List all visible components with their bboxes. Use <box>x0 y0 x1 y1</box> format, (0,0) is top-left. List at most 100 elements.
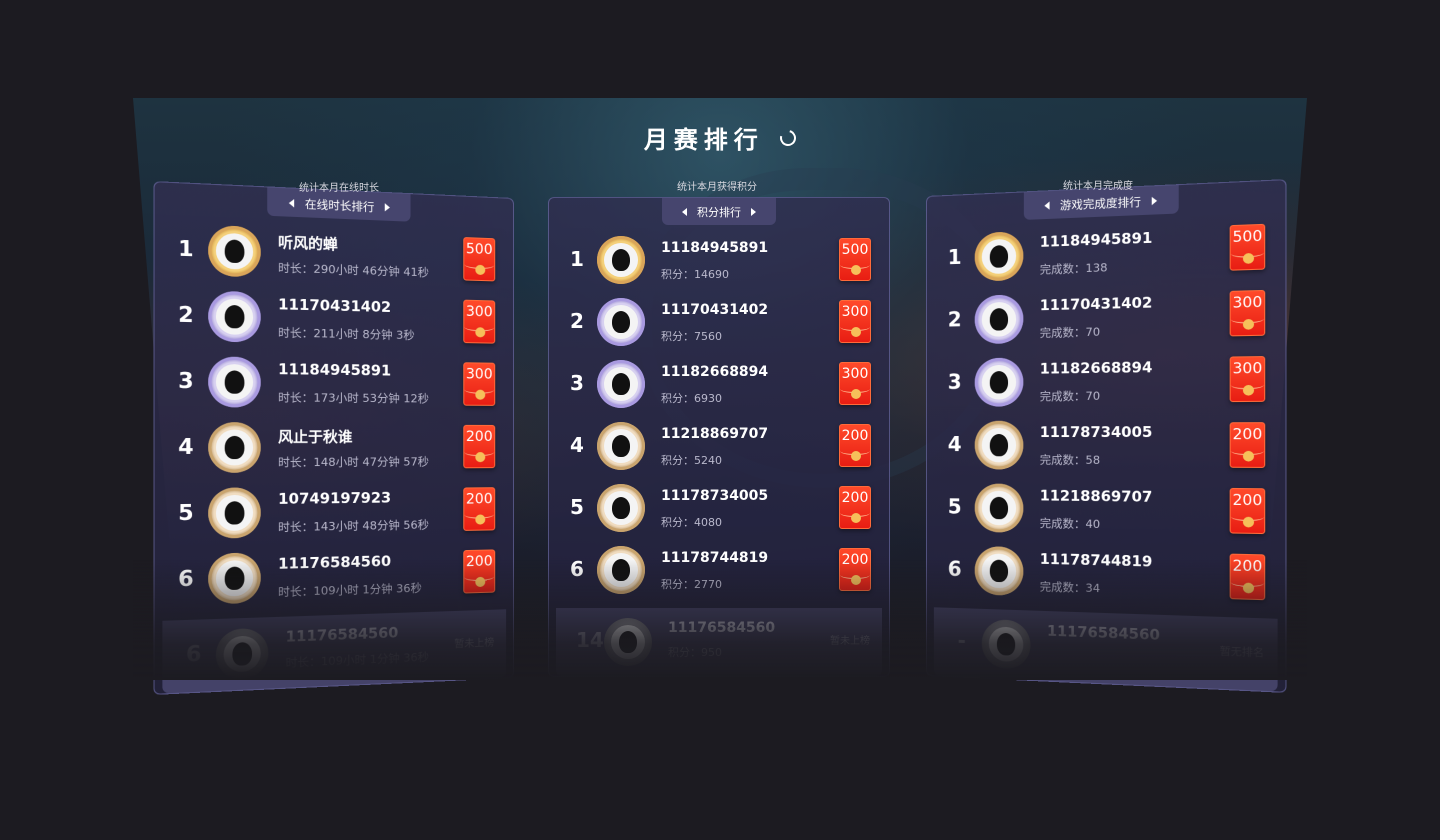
ranking-panel-online: 在线时长排行 1 听风的蝉 时长：290小时 46分钟 41秒 500 2 1117043… <box>153 181 514 695</box>
tab-label: 游戏完成度排行 <box>1060 193 1141 213</box>
red-packet-icon[interactable]: 300 <box>463 300 495 344</box>
red-packet-icon[interactable]: 300 <box>463 362 495 406</box>
page-title-text: 月赛排行 <box>644 126 764 154</box>
reward-amount: 200 <box>840 552 870 568</box>
alien-avatar-icon <box>975 294 1024 344</box>
alien-avatar-icon <box>975 358 1024 407</box>
alien-avatar-icon <box>208 225 261 277</box>
red-packet-icon[interactable]: 300 <box>1230 290 1266 337</box>
red-packet-icon[interactable]: 200 <box>1230 422 1266 468</box>
player-name: 11170431402 <box>661 302 768 318</box>
red-packet-icon[interactable]: 200 <box>463 487 495 531</box>
ranking-row: 3 11184945891 时长：173小时 53分钟 12秒 300 <box>155 353 513 415</box>
ranking-row: 1 听风的蝉 时长：290小时 46分钟 41秒 500 <box>155 221 513 291</box>
caret-left-icon[interactable] <box>682 208 687 216</box>
rank-number: 2 <box>177 302 195 328</box>
my-name: 11176584560 <box>668 620 775 636</box>
panel-caption-online: 统计本月在线时长 <box>239 179 439 194</box>
red-packet-icon[interactable]: 200 <box>463 425 495 468</box>
reward-amount: 300 <box>464 304 494 321</box>
ranking-row: 6 11178744819 积分：2770 200 <box>549 544 889 600</box>
reward-amount: 200 <box>464 429 494 445</box>
reward-amount: 300 <box>1231 360 1264 377</box>
ranking-row: 5 11178734005 积分：4080 200 <box>549 482 889 538</box>
player-name: 11178734005 <box>1040 425 1153 442</box>
reward-amount: 300 <box>464 366 494 382</box>
player-stat: 时长：109小时 1分钟 36秒 <box>278 580 422 601</box>
caret-left-icon[interactable] <box>289 198 294 207</box>
caret-right-icon[interactable] <box>385 203 390 211</box>
my-status: 暂未上榜 <box>830 632 870 647</box>
my-rank-row: 14 11176584560 积分：950 暂未上榜 <box>556 608 882 676</box>
ranking-row: 4 11218869707 积分：5240 200 <box>549 420 889 476</box>
player-stat: 时长：290小时 46分钟 41秒 <box>278 259 429 280</box>
red-packet-icon[interactable]: 200 <box>839 548 871 591</box>
caret-right-icon[interactable] <box>1152 196 1157 205</box>
rank-number: 6 <box>569 557 585 581</box>
player-stat: 完成数：70 <box>1040 323 1100 341</box>
player-stat: 完成数：70 <box>1040 387 1100 404</box>
red-packet-icon[interactable]: 200 <box>463 549 495 593</box>
rank-number: 4 <box>177 434 195 460</box>
player-name: 11184945891 <box>1040 230 1153 251</box>
reward-amount: 500 <box>840 242 870 258</box>
red-packet-icon[interactable]: 500 <box>463 237 495 281</box>
reward-amount: 500 <box>464 241 494 258</box>
alien-avatar-icon <box>604 618 652 666</box>
page-title: 月赛排行 <box>0 120 1440 155</box>
my-name: 11176584560 <box>286 625 399 646</box>
ranking-row: 2 11170431402 完成数：70 300 <box>927 285 1285 351</box>
player-name: 11182668894 <box>661 364 768 380</box>
red-packet-icon[interactable]: 500 <box>839 238 871 281</box>
player-stat: 积分：6930 <box>661 390 722 406</box>
tab-points-ranking[interactable]: 积分排行 <box>662 198 776 225</box>
ranking-row: 2 11170431402 时长：211小时 8分钟 3秒 300 <box>155 287 513 353</box>
player-name: 11178734005 <box>661 488 768 504</box>
rank-number: 5 <box>569 495 585 519</box>
alien-avatar-icon <box>597 360 645 408</box>
refresh-icon[interactable] <box>777 127 799 149</box>
red-packet-icon[interactable]: 200 <box>1230 554 1266 601</box>
my-status: 暂无排名 <box>1220 642 1264 660</box>
red-packet-icon[interactable]: 300 <box>1230 356 1266 402</box>
caret-right-icon[interactable] <box>751 208 756 216</box>
reward-amount: 200 <box>840 490 870 506</box>
red-packet-icon[interactable]: 300 <box>839 300 871 343</box>
player-stat: 完成数：34 <box>1040 578 1100 596</box>
my-stat: 积分：950 <box>668 644 722 660</box>
caret-left-icon[interactable] <box>1044 201 1049 209</box>
tab-label: 在线时长排行 <box>305 195 375 215</box>
tab-label: 积分排行 <box>697 204 741 220</box>
player-stat: 积分：4080 <box>661 514 722 530</box>
player-name: 11170431402 <box>1040 295 1153 314</box>
my-rank: - <box>954 628 970 653</box>
player-stat: 积分：5240 <box>661 452 722 468</box>
reward-amount: 200 <box>464 491 494 507</box>
player-name: 11170431402 <box>278 297 391 316</box>
reward-amount: 500 <box>1231 228 1264 246</box>
alien-avatar-icon <box>208 356 261 407</box>
reward-amount: 300 <box>1231 294 1264 312</box>
alien-avatar-icon <box>975 546 1024 596</box>
rank-number: 1 <box>947 245 963 270</box>
rank-number: 3 <box>177 368 195 394</box>
reward-amount: 200 <box>1231 558 1264 576</box>
red-packet-icon[interactable]: 300 <box>839 362 871 405</box>
my-rank-row: - 11176584560 暂无排名 <box>934 607 1278 691</box>
alien-avatar-icon <box>597 236 645 284</box>
alien-avatar-icon <box>597 484 645 532</box>
player-stat: 时长：173小时 53分钟 12秒 <box>278 389 429 407</box>
alien-avatar-icon <box>975 483 1024 532</box>
red-packet-icon[interactable]: 200 <box>1230 488 1266 534</box>
player-name: 11178744819 <box>661 550 768 566</box>
player-name: 11178744819 <box>1040 552 1153 571</box>
red-packet-icon[interactable]: 500 <box>1230 224 1266 271</box>
ranking-row: 3 11182668894 完成数：70 300 <box>927 351 1285 413</box>
alien-avatar-icon <box>597 546 645 594</box>
red-packet-icon[interactable]: 200 <box>839 424 871 467</box>
reward-amount: 200 <box>1231 492 1264 509</box>
ranking-row: 1 11184945891 完成数：138 500 <box>927 219 1285 289</box>
red-packet-icon[interactable]: 200 <box>839 486 871 529</box>
ranking-row: 4 风止于秋谁 时长：148小时 47分钟 57秒 200 <box>155 420 513 480</box>
player-stat: 完成数：40 <box>1040 515 1100 532</box>
